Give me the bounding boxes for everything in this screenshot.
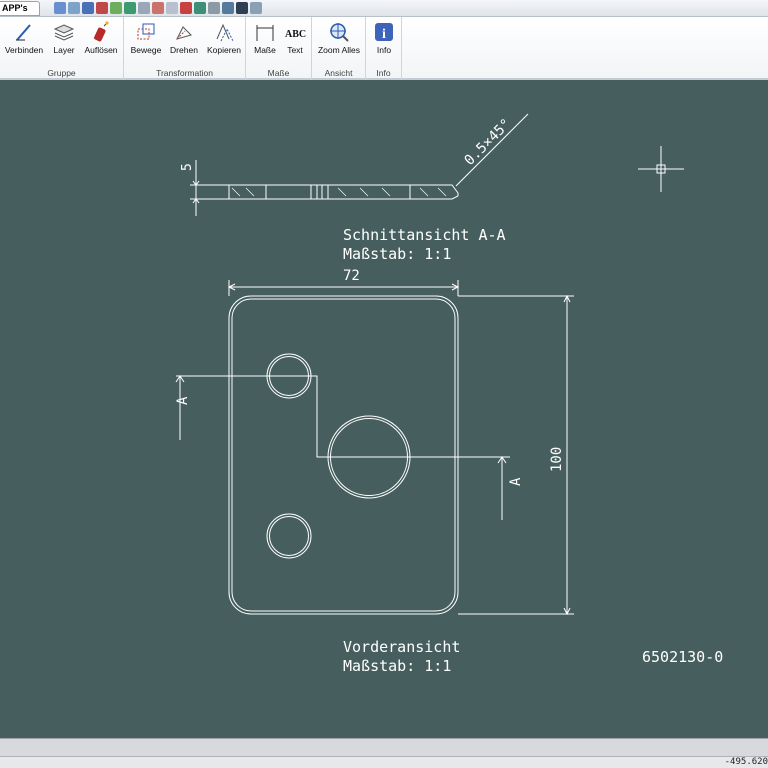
connect-icon: [16, 24, 31, 41]
kopieren-button[interactable]: Kopieren: [204, 19, 244, 63]
info-glyph: i: [382, 27, 386, 42]
cut-label-left: A: [175, 396, 191, 405]
group-title-gruppe: Gruppe: [47, 68, 76, 78]
copy-icon: [216, 23, 234, 42]
group-transformation: Bewege Drehen Kopieren Transformation: [124, 17, 246, 80]
group-ansicht: Zoom Alles Ansicht: [312, 17, 366, 80]
mirror-icon[interactable]: [152, 2, 164, 14]
rotate-icon: [176, 26, 192, 40]
info-button[interactable]: i Info: [369, 19, 399, 63]
group-gruppe: Verbinden Layer Auflösen Gruppe: [0, 17, 124, 80]
width-dimension-value: 72: [343, 268, 360, 284]
open-icon[interactable]: [54, 2, 66, 14]
layer-icon[interactable]: [124, 2, 136, 14]
section-view-title: Schnittansicht A-A: [343, 226, 506, 244]
undo-icon[interactable]: [96, 2, 108, 14]
rectangle-icon[interactable]: [166, 2, 178, 14]
coordinate-bar: -495.620: [0, 756, 768, 768]
group-title-masse: Maße: [267, 68, 290, 78]
verbinden-button[interactable]: Verbinden: [4, 19, 44, 63]
front-view-scale: Maßstab: 1:1: [343, 657, 451, 675]
chamfer-leader: [455, 113, 529, 187]
drehen-button[interactable]: Drehen: [166, 19, 202, 63]
thickness-dimension: [190, 160, 229, 216]
print-icon[interactable]: [68, 2, 80, 14]
bewege-label: Bewege: [130, 45, 162, 55]
app-menu-tab[interactable]: APP's: [0, 1, 40, 16]
thickness-dimension-value: 5: [180, 163, 195, 171]
section-view: [228, 184, 459, 200]
chamfer-dimension-value: 0.5×45°: [462, 116, 515, 169]
masse-button[interactable]: Maße: [250, 19, 280, 63]
bracket-icon[interactable]: [250, 2, 262, 14]
scissors-icon[interactable]: [208, 2, 220, 14]
kopieren-label: Kopieren: [206, 45, 242, 55]
front-view-title: Vorderansicht: [343, 638, 460, 656]
height-dimension-value: 100: [549, 447, 565, 472]
drawing-canvas[interactable]: Schnittansicht A-A Maßstab: 1:1 Vorderan…: [0, 82, 768, 738]
masse-label: Maße: [254, 45, 276, 55]
crosshair-cursor: [638, 146, 684, 192]
group-masse: Maße ABC Text Maße: [246, 17, 312, 80]
zoom-all-icon: [330, 23, 349, 42]
coordinate-readout: -495.620: [724, 757, 768, 767]
drehen-label: Drehen: [170, 45, 198, 55]
cad-drawing: Schnittansicht A-A Maßstab: 1:1 Vorderan…: [175, 113, 723, 675]
group-title-info: Info: [376, 68, 391, 78]
bewege-button[interactable]: Bewege: [128, 19, 164, 63]
verbinden-label: Verbinden: [4, 45, 44, 55]
section-view-scale: Maßstab: 1:1: [343, 245, 451, 263]
layer-label: Layer: [53, 45, 75, 55]
abc-glyph: ABC: [285, 29, 306, 40]
text-button[interactable]: ABC Text: [280, 19, 310, 63]
pencil-icon[interactable]: [180, 2, 192, 14]
part-number: 6502130-0: [642, 648, 723, 666]
move-icon: [137, 23, 155, 40]
title-bar: APP's: [0, 0, 768, 17]
measure-icon[interactable]: [138, 2, 150, 14]
dimension-icon: [256, 25, 274, 41]
layers-icon: [53, 24, 75, 41]
save-icon[interactable]: [82, 2, 94, 14]
redo-icon[interactable]: [110, 2, 122, 14]
group-title-transformation: Transformation: [156, 68, 213, 78]
text-abc-icon: ABC: [285, 29, 306, 40]
plate-inner-outline: [231, 298, 456, 612]
hole-bottom-left: [266, 513, 312, 559]
quick-access-toolbar: [54, 2, 262, 15]
text-label: Text: [287, 45, 303, 55]
table-icon[interactable]: [236, 2, 248, 14]
group-info: i Info Info: [366, 17, 402, 80]
group-title-ansicht: Ansicht: [324, 68, 353, 78]
zoom-alles-label: Zoom Alles: [317, 45, 361, 55]
info-label: Info: [376, 45, 392, 55]
ribbon: Verbinden Layer Auflösen Gruppe Bewege D…: [0, 17, 768, 80]
export-icon[interactable]: [194, 2, 206, 14]
grid-icon[interactable]: [222, 2, 234, 14]
status-bar: [0, 738, 768, 756]
aufloesen-label: Auflösen: [84, 45, 118, 55]
zoom-alles-button[interactable]: Zoom Alles: [314, 19, 364, 63]
layer-button[interactable]: Layer: [48, 19, 80, 63]
plate-outline: [228, 295, 459, 615]
cut-label-right: A: [508, 477, 524, 486]
info-icon: i: [375, 23, 393, 42]
dynamite-icon: [94, 21, 109, 42]
aufloesen-button[interactable]: Auflösen: [82, 19, 120, 63]
section-cut-line: [176, 375, 510, 458]
